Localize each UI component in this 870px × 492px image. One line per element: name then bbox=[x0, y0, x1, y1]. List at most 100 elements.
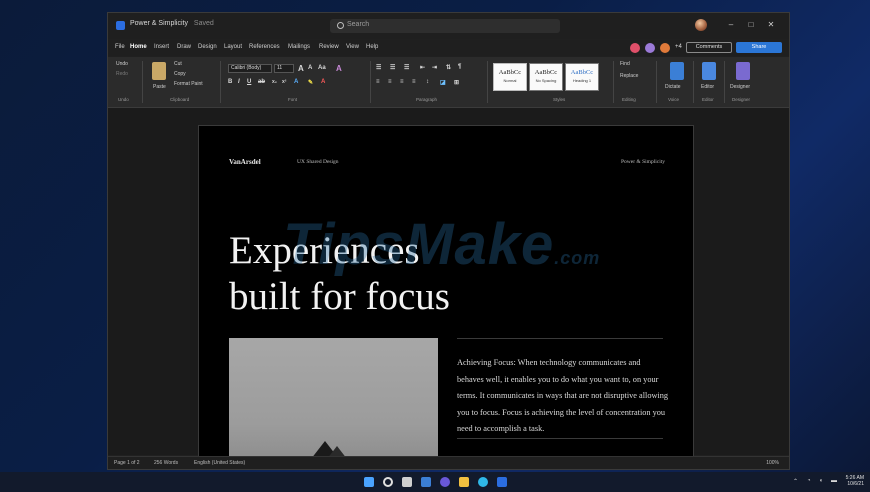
designer-icon[interactable] bbox=[736, 62, 750, 80]
editor-icon[interactable] bbox=[702, 62, 716, 80]
align-left-icon[interactable]: ≡ bbox=[376, 79, 380, 85]
start-icon[interactable] bbox=[364, 477, 374, 487]
tab-references[interactable]: References bbox=[249, 44, 280, 50]
volume-icon[interactable]: ◖ bbox=[819, 478, 823, 484]
find-button[interactable]: Find bbox=[620, 61, 630, 67]
align-right-icon[interactable]: ≡ bbox=[400, 79, 404, 85]
decrease-indent-icon[interactable]: ⇤ bbox=[420, 64, 425, 71]
word-count[interactable]: 256 Words bbox=[154, 460, 178, 466]
clear-formatting-icon[interactable]: A bbox=[336, 64, 342, 73]
status-bar: Page 1 of 2 256 Words English (United St… bbox=[108, 456, 789, 469]
highlight-icon[interactable]: ✎ bbox=[308, 79, 313, 86]
line-spacing-icon[interactable]: ↕ bbox=[426, 79, 429, 85]
search-box[interactable]: Search bbox=[330, 19, 560, 33]
coauthor-count[interactable]: +4 bbox=[675, 44, 682, 50]
zoom-level[interactable]: 100% bbox=[766, 460, 779, 466]
font-name-select[interactable]: Calibri (Body) bbox=[228, 64, 272, 73]
redo-button[interactable]: Redo bbox=[116, 71, 128, 77]
grow-font-icon[interactable]: A bbox=[298, 64, 304, 73]
document-image[interactable] bbox=[229, 338, 438, 459]
word-app-icon bbox=[116, 21, 125, 30]
bullets-icon[interactable]: ☰ bbox=[376, 64, 381, 71]
share-button[interactable]: Share bbox=[736, 42, 782, 53]
tab-review[interactable]: Review bbox=[319, 44, 339, 50]
font-size-select[interactable]: 11 bbox=[274, 64, 294, 73]
language-status[interactable]: English (United States) bbox=[194, 460, 245, 466]
borders-icon[interactable]: ⊞ bbox=[454, 79, 459, 86]
style-normal[interactable]: AaBbCc Normal bbox=[493, 63, 527, 91]
tab-mailings[interactable]: Mailings bbox=[288, 44, 310, 50]
ribbon-divider bbox=[142, 61, 143, 103]
style-no-spacing[interactable]: AaBbCc No Spacing bbox=[529, 63, 563, 91]
italic-icon[interactable]: I bbox=[238, 79, 240, 85]
tab-insert[interactable]: Insert bbox=[154, 44, 169, 50]
document-page[interactable]: VanArsdel UX Shared Design Power & Simpl… bbox=[198, 125, 694, 460]
page-count[interactable]: Page 1 of 2 bbox=[114, 460, 140, 466]
editor-button[interactable]: Editor bbox=[701, 84, 714, 90]
battery-icon[interactable]: ▬ bbox=[831, 478, 837, 484]
change-case-icon[interactable]: Aa bbox=[318, 65, 326, 71]
task-view-icon[interactable] bbox=[402, 477, 412, 487]
widgets-icon[interactable] bbox=[421, 477, 431, 487]
shading-icon[interactable]: ◪ bbox=[440, 79, 446, 86]
edge-icon[interactable] bbox=[478, 477, 488, 487]
wifi-icon[interactable]: ◔ bbox=[807, 478, 811, 484]
document-title[interactable]: Power & Simplicity Saved bbox=[130, 20, 214, 27]
microphone-icon[interactable] bbox=[670, 62, 684, 80]
tab-design[interactable]: Design bbox=[198, 44, 217, 50]
underline-icon[interactable]: U bbox=[247, 79, 251, 85]
paste-icon[interactable] bbox=[152, 62, 166, 80]
text-effects-icon[interactable]: A bbox=[294, 79, 298, 85]
strikethrough-icon[interactable]: ab bbox=[258, 79, 265, 85]
shrink-font-icon[interactable]: A bbox=[308, 65, 312, 71]
tab-layout[interactable]: Layout bbox=[224, 44, 242, 50]
dictate-button[interactable]: Dictate bbox=[665, 84, 681, 90]
justify-icon[interactable]: ≡ bbox=[412, 79, 416, 85]
replace-button[interactable]: Replace bbox=[620, 73, 638, 79]
designer-button[interactable]: Designer bbox=[730, 84, 750, 90]
tab-view[interactable]: View bbox=[346, 44, 359, 50]
clock[interactable]: 5:26 AM 10/6/21 bbox=[846, 475, 864, 487]
maximize-button[interactable]: □ bbox=[744, 18, 758, 32]
divider-line bbox=[457, 438, 663, 439]
divider-line bbox=[457, 338, 663, 339]
align-center-icon[interactable]: ≡ bbox=[388, 79, 392, 85]
numbering-icon[interactable]: ☰ bbox=[390, 64, 395, 71]
subscript-icon[interactable]: x₂ bbox=[272, 79, 277, 85]
word-taskbar-icon[interactable] bbox=[497, 477, 507, 487]
style-heading-1[interactable]: AaBbCc Heading 1 bbox=[565, 63, 599, 91]
coauthor-avatar[interactable] bbox=[630, 43, 640, 53]
ribbon-divider bbox=[613, 61, 614, 103]
show-marks-icon[interactable]: ¶ bbox=[458, 64, 461, 70]
sort-icon[interactable]: ⇅ bbox=[446, 64, 451, 71]
font-color-icon[interactable]: A bbox=[321, 79, 325, 85]
comments-button[interactable]: Comments bbox=[686, 42, 732, 53]
ribbon-divider bbox=[693, 61, 694, 103]
user-avatar[interactable] bbox=[695, 19, 707, 31]
teams-chat-icon[interactable] bbox=[440, 477, 450, 487]
superscript-icon[interactable]: x² bbox=[282, 79, 286, 85]
multilevel-list-icon[interactable]: ☰ bbox=[404, 64, 409, 71]
format-painter-button[interactable]: Format Paint bbox=[174, 81, 203, 87]
bold-icon[interactable]: B bbox=[228, 79, 232, 85]
minimize-button[interactable]: – bbox=[724, 18, 738, 32]
file-explorer-icon[interactable] bbox=[459, 477, 469, 487]
close-button[interactable]: ✕ bbox=[764, 18, 778, 32]
copy-button[interactable]: Copy bbox=[174, 71, 186, 77]
coauthor-avatar[interactable] bbox=[645, 43, 655, 53]
paste-button[interactable]: Paste bbox=[153, 84, 166, 90]
increase-indent-icon[interactable]: ⇥ bbox=[432, 64, 437, 71]
coauthor-avatar[interactable] bbox=[660, 43, 670, 53]
tab-help[interactable]: Help bbox=[366, 44, 378, 50]
chevron-up-icon[interactable]: ⌃ bbox=[793, 478, 798, 485]
headline-line-2: built for focus bbox=[229, 275, 450, 318]
group-styles-label: Styles bbox=[553, 97, 566, 102]
tab-file[interactable]: File bbox=[115, 44, 125, 50]
tab-home[interactable]: Home bbox=[130, 44, 147, 50]
ribbon-divider bbox=[487, 61, 488, 103]
ribbon-divider bbox=[724, 61, 725, 103]
search-icon[interactable] bbox=[383, 477, 393, 487]
cut-button[interactable]: Cut bbox=[174, 61, 182, 67]
undo-button[interactable]: Undo bbox=[116, 61, 128, 67]
tab-draw[interactable]: Draw bbox=[177, 44, 191, 50]
